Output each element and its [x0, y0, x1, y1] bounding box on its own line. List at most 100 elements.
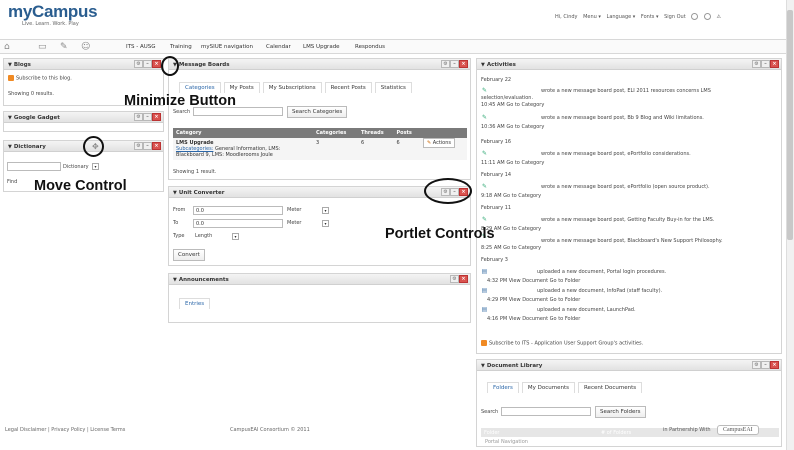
- dictionary-input[interactable]: [7, 162, 61, 171]
- nav-item-training[interactable]: Training: [170, 44, 192, 50]
- document-library-title-bar[interactable]: ▼ Document Library ⚙ – ×: [477, 360, 781, 371]
- dictionary-select[interactable]: Dictionary: [63, 164, 89, 170]
- close-icon[interactable]: ×: [770, 361, 779, 369]
- nav-item-its-ausg[interactable]: ITS - AUSG: [126, 44, 156, 50]
- chevron-down-icon[interactable]: ▾: [322, 220, 329, 227]
- collapse-icon[interactable]: ▼: [173, 190, 177, 196]
- scrollbar-thumb[interactable]: [787, 10, 793, 240]
- logo[interactable]: myCampus: [8, 2, 98, 22]
- footer-links[interactable]: Legal Disclaimer | Privacy Policy | Lice…: [5, 427, 125, 433]
- tab-recent-documents[interactable]: Recent Documents: [577, 382, 643, 393]
- search-input[interactable]: [501, 407, 591, 416]
- chevron-down-icon[interactable]: ▾: [232, 233, 239, 240]
- nav-item-calendar[interactable]: Calendar: [266, 44, 291, 50]
- activity-text: uploaded a new document, Portal login pr…: [537, 269, 667, 275]
- tools-icon[interactable]: ✎: [60, 42, 68, 52]
- config-icon[interactable]: ⚙: [752, 60, 761, 68]
- from-input[interactable]: 0.0: [193, 206, 283, 215]
- activity-text: wrote a new message board post, Bb 9 Blo…: [541, 115, 704, 121]
- tab-entries[interactable]: Entries: [179, 298, 211, 309]
- minimize-icon[interactable]: –: [143, 113, 152, 121]
- tab-folders[interactable]: Folders: [487, 382, 519, 393]
- activity-time[interactable]: 4:29 PM View Document Go to Folder: [487, 297, 580, 303]
- minimize-icon[interactable]: –: [143, 60, 152, 68]
- from-label: From: [173, 207, 186, 213]
- message-boards-title-bar[interactable]: ▼ Message Boards ⚙ – ×: [169, 59, 470, 70]
- blog-subscribe-link[interactable]: Subscribe to this blog.: [8, 75, 72, 82]
- actions-button[interactable]: ✎ Actions: [422, 138, 456, 148]
- search-folders-button[interactable]: Search Folders: [595, 406, 646, 418]
- collapse-icon[interactable]: ▼: [8, 62, 12, 68]
- activities-title-bar[interactable]: ▼ Activities ⚙ – ×: [477, 59, 781, 70]
- nav-item-mysiue[interactable]: mySIUE navigation: [201, 44, 253, 50]
- user-greeting[interactable]: Hi, Cindy: [555, 14, 578, 20]
- help-icon[interactable]: [703, 13, 711, 20]
- mb-showing: Showing 1 result.: [173, 169, 217, 175]
- minimize-icon[interactable]: –: [143, 142, 152, 150]
- config-icon[interactable]: ⚙: [450, 275, 459, 283]
- close-icon[interactable]: ×: [152, 142, 161, 150]
- config-icon[interactable]: ⚙: [134, 60, 143, 68]
- convert-button[interactable]: Convert: [173, 249, 205, 261]
- menu-link[interactable]: Menu ▾: [583, 14, 601, 20]
- language-link[interactable]: Language ▾: [607, 14, 636, 20]
- fonts-link[interactable]: Fonts ▾: [641, 14, 659, 20]
- activity-time[interactable]: 10:36 AM Go to Category: [481, 124, 544, 130]
- tab-my-documents[interactable]: My Documents: [521, 382, 575, 393]
- to-input[interactable]: 0.0: [193, 219, 283, 228]
- home-icon[interactable]: ⌂: [4, 42, 10, 52]
- activity-time[interactable]: 9:18 AM Go to Category: [481, 193, 541, 199]
- announcements-title-bar[interactable]: ▼ Announcements ⚙ ×: [169, 274, 470, 285]
- activity-time[interactable]: 10:45 AM Go to Category: [481, 102, 544, 108]
- collapse-icon[interactable]: ▼: [8, 115, 12, 121]
- config-icon[interactable]: ⚙: [134, 142, 143, 150]
- close-icon[interactable]: ×: [152, 60, 161, 68]
- from-unit[interactable]: Meter: [287, 207, 301, 213]
- type-select[interactable]: Length: [195, 233, 212, 239]
- find-button[interactable]: Find: [7, 179, 17, 185]
- close-icon[interactable]: ×: [152, 113, 161, 121]
- tab-my-posts[interactable]: My Posts: [223, 82, 260, 93]
- config-icon[interactable]: ⚙: [752, 361, 761, 369]
- close-icon[interactable]: ×: [459, 275, 468, 283]
- activity-date: February 22: [481, 77, 512, 83]
- chevron-down-icon[interactable]: ▾: [92, 163, 99, 170]
- collapse-icon[interactable]: ▼: [8, 144, 12, 150]
- campuseai-logo[interactable]: CampusEAI: [717, 425, 759, 435]
- config-icon[interactable]: ⚙: [441, 60, 450, 68]
- user-icon[interactable]: ☺: [81, 42, 90, 52]
- minimize-icon[interactable]: –: [761, 361, 770, 369]
- blogs-title-bar[interactable]: ▼ Blogs ⚙ – ×: [4, 59, 163, 70]
- google-gadget-title-bar[interactable]: ▼ Google Gadget ⚙ – ×: [4, 112, 163, 123]
- config-icon[interactable]: ⚙: [134, 113, 143, 121]
- tab-recent-posts[interactable]: Recent Posts: [324, 82, 372, 93]
- chevron-down-icon[interactable]: ▾: [322, 207, 329, 214]
- collapse-icon[interactable]: ▼: [481, 363, 485, 369]
- activity-time[interactable]: 11:11 AM Go to Category: [481, 160, 544, 166]
- close-icon[interactable]: ×: [459, 60, 468, 68]
- threads-count: 6: [360, 140, 365, 146]
- nav-item-respondus[interactable]: Respondus: [355, 44, 385, 50]
- to-unit[interactable]: Meter: [287, 220, 301, 226]
- tab-my-subscriptions[interactable]: My Subscriptions: [262, 82, 322, 93]
- folder-row[interactable]: Portal Navigation: [485, 439, 528, 445]
- activity-time[interactable]: 8:25 AM Go to Category: [481, 245, 541, 251]
- activity-time[interactable]: 4:16 PM View Document Go to Folder: [487, 316, 580, 322]
- collapse-icon[interactable]: ▼: [173, 277, 177, 283]
- settings-icon[interactable]: [691, 13, 699, 20]
- minimize-icon[interactable]: –: [761, 60, 770, 68]
- activity-time[interactable]: 4:32 PM View Document Go to Folder: [487, 278, 580, 284]
- activity-text: wrote a new message board post, Getting …: [541, 217, 715, 223]
- page-icon[interactable]: ▭: [38, 42, 47, 52]
- search-categories-button[interactable]: Search Categories: [287, 106, 348, 118]
- search-label: Search: [173, 109, 191, 115]
- sign-out-link[interactable]: Sign Out: [664, 14, 686, 20]
- minimize-icon[interactable]: –: [450, 60, 459, 68]
- warning-icon[interactable]: ⚠: [716, 14, 720, 20]
- activities-subscribe-link[interactable]: Subscribe to ITS - Application User Supp…: [481, 340, 643, 347]
- tab-statistics[interactable]: Statistics: [374, 82, 412, 93]
- nav-item-lms-upgrade[interactable]: LMS Upgrade: [303, 44, 340, 50]
- tab-categories[interactable]: Categories: [179, 82, 221, 93]
- close-icon[interactable]: ×: [770, 60, 779, 68]
- collapse-icon[interactable]: ▼: [481, 62, 485, 68]
